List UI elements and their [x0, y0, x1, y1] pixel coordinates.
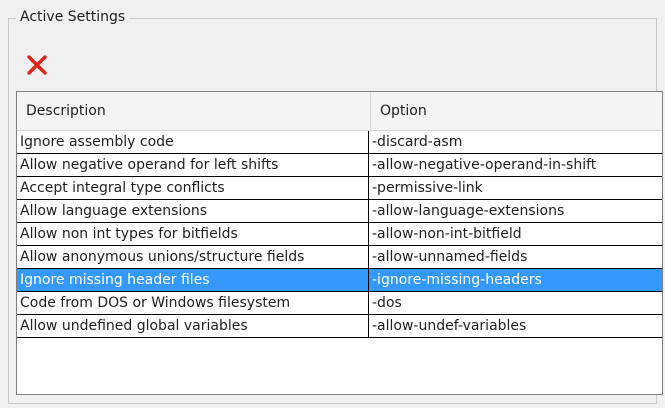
table-row[interactable]: Code from DOS or Windows filesystem -dos — [17, 292, 662, 315]
description-cell: Allow language extensions — [17, 200, 369, 222]
description-cell: Accept integral type conflicts — [17, 177, 369, 199]
description-cell: Allow undefined global variables — [17, 315, 369, 337]
table-row[interactable]: Allow non int types for bitfields -allow… — [17, 223, 662, 246]
table-header: Description Option — [17, 92, 662, 131]
column-header-option[interactable]: Option — [371, 92, 662, 130]
option-cell: -allow-negative-operand-in-shift — [372, 157, 597, 173]
description-cell: Code from DOS or Windows filesystem — [17, 292, 369, 314]
table-row[interactable]: Allow negative operand for left shifts -… — [17, 154, 662, 177]
delete-x-icon — [27, 55, 47, 75]
option-cell: -ignore-missing-headers — [372, 272, 542, 288]
table-row[interactable]: Allow anonymous unions/structure fields … — [17, 246, 662, 269]
delete-setting-button[interactable] — [26, 54, 48, 76]
option-cell: -allow-non-int-bitfield — [372, 226, 522, 242]
option-cell: -allow-undef-variables — [372, 318, 527, 334]
option-cell: -allow-language-extensions — [372, 203, 565, 219]
description-cell: Allow anonymous unions/structure fields — [17, 246, 369, 268]
description-cell: Allow negative operand for left shifts — [17, 154, 369, 176]
table-row[interactable]: Allow language extensions -allow-languag… — [17, 200, 662, 223]
description-cell: Allow non int types for bitfields — [17, 223, 369, 245]
option-cell: -allow-unnamed-fields — [372, 249, 528, 265]
table-row[interactable]: Accept integral type conflicts -permissi… — [17, 177, 662, 200]
table-row-selected[interactable]: Ignore missing header files -ignore-miss… — [17, 269, 662, 292]
description-cell: Ignore assembly code — [17, 131, 369, 153]
option-cell: -discard-asm — [372, 134, 463, 150]
group-title: Active Settings — [16, 9, 130, 25]
option-cell: -permissive-link — [372, 180, 483, 196]
table-row[interactable]: Allow undefined global variables -allow-… — [17, 315, 662, 338]
settings-table: Description Option Ignore assembly code … — [16, 91, 663, 395]
table-body: Ignore assembly code -discard-asm Allow … — [17, 131, 662, 338]
table-row[interactable]: Ignore assembly code -discard-asm — [17, 131, 662, 154]
description-cell: Ignore missing header files — [17, 269, 369, 291]
option-cell: -dos — [372, 295, 402, 311]
column-header-description[interactable]: Description — [17, 92, 370, 130]
